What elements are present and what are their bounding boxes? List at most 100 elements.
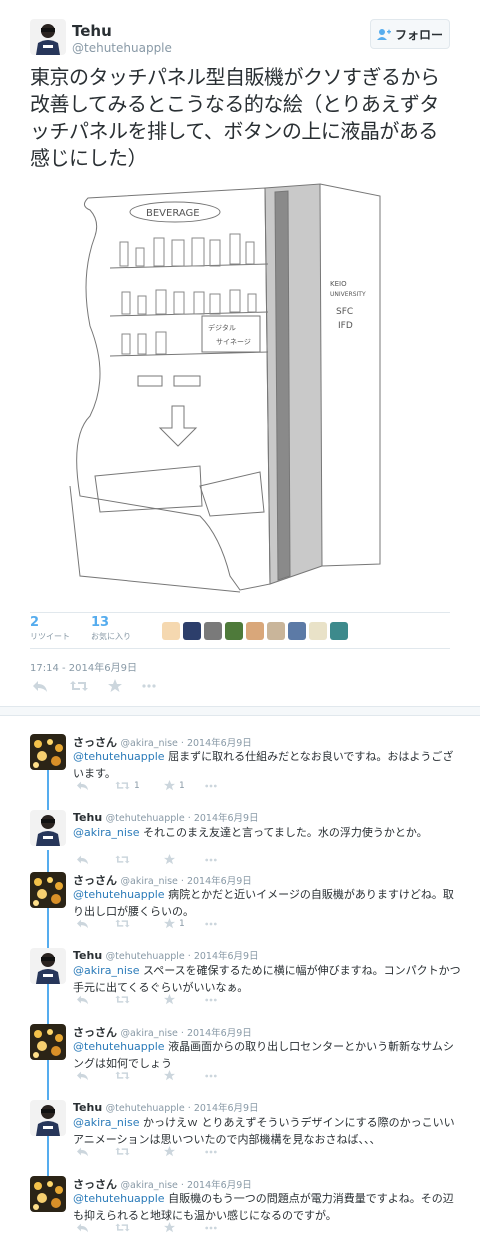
- more-icon[interactable]: [142, 684, 156, 688]
- reply-actions: [76, 854, 217, 865]
- reply-date[interactable]: 2014年6月9日: [194, 1103, 259, 1114]
- reply-author-handle[interactable]: @tehutehuapple: [106, 951, 185, 962]
- reply-text: @tehutehuapple 病院とかだと近いイメージの自販機がありますけどね。…: [73, 886, 463, 920]
- reply-mention[interactable]: @akira_nise: [73, 1116, 139, 1129]
- favoriter-avatar[interactable]: [183, 622, 201, 640]
- author-avatar[interactable]: [30, 19, 66, 55]
- favoriter-avatar[interactable]: [162, 622, 180, 640]
- reply-tweet[interactable]: Tehu @tehutehuapple · 2014年6月9日 @akira_ni…: [0, 948, 480, 1018]
- retweet-icon[interactable]: [115, 780, 130, 791]
- reply-mention[interactable]: @akira_nise: [73, 826, 139, 839]
- reply-mention[interactable]: @akira_nise: [73, 964, 139, 977]
- reply-author-name[interactable]: Tehu: [73, 811, 102, 824]
- more-icon[interactable]: [205, 784, 217, 788]
- more-icon[interactable]: [205, 1150, 217, 1154]
- drawing-screen-line2: サイネージ: [216, 338, 251, 346]
- more-icon[interactable]: [205, 858, 217, 862]
- reply-icon[interactable]: [76, 994, 89, 1005]
- reply-icon[interactable]: [76, 780, 89, 791]
- more-icon[interactable]: [205, 1226, 217, 1230]
- reply-author-name[interactable]: Tehu: [73, 1101, 102, 1114]
- reply-tweet[interactable]: さっさん @akira_nise · 2014年6月9日 @tehutehuapp…: [0, 1024, 480, 1094]
- retweet-icon[interactable]: [115, 918, 130, 929]
- divider: [30, 612, 450, 613]
- favoriter-avatar[interactable]: [330, 622, 348, 640]
- reply-author-handle[interactable]: @tehutehuapple: [106, 813, 185, 824]
- reply-tweet[interactable]: さっさん @akira_nise · 2014年6月9日 @tehutehuapp…: [0, 1176, 480, 1241]
- reply-tweet[interactable]: さっさん @akira_nise · 2014年6月9日 @tehutehuapp…: [0, 734, 480, 804]
- reply-icon[interactable]: [76, 918, 89, 929]
- reply-avatar[interactable]: [30, 1100, 66, 1136]
- favoriter-avatar[interactable]: [225, 622, 243, 640]
- drawing-side-text3: SFC: [336, 307, 353, 317]
- favorites-count[interactable]: 13: [91, 615, 109, 630]
- favorite-icon[interactable]: [164, 780, 175, 791]
- favoriter-avatar[interactable]: [246, 622, 264, 640]
- favorite-icon[interactable]: [108, 679, 122, 693]
- divider: [30, 648, 450, 649]
- reply-avatar[interactable]: [30, 948, 66, 984]
- favorite-icon[interactable]: [164, 1222, 175, 1233]
- retweets-count[interactable]: 2: [30, 615, 39, 630]
- reply-icon[interactable]: [76, 1146, 89, 1157]
- reply-tweet[interactable]: さっさん @akira_nise · 2014年6月9日 @tehutehuapp…: [0, 872, 480, 942]
- reply-avatar[interactable]: [30, 872, 66, 908]
- retweet-icon[interactable]: [115, 854, 130, 865]
- reply-date[interactable]: 2014年6月9日: [194, 813, 259, 824]
- retweet-icon[interactable]: [115, 1222, 130, 1233]
- main-tweet: Tehu @tehutehuapple フォロー 東京のタッチパネル型自販機がク…: [0, 0, 480, 706]
- reply-author-name[interactable]: Tehu: [73, 949, 102, 962]
- reply-avatar[interactable]: [30, 734, 66, 770]
- favoriter-avatar[interactable]: [288, 622, 306, 640]
- reply-tweet[interactable]: Tehu @tehutehuapple · 2014年6月9日 @akira_ni…: [0, 1100, 480, 1170]
- reply-avatar[interactable]: [30, 1176, 66, 1212]
- reply-header: Tehu @tehutehuapple · 2014年6月9日: [73, 948, 259, 962]
- favorite-icon[interactable]: [164, 994, 175, 1005]
- retweets-label[interactable]: リツイート: [30, 631, 70, 642]
- favoriter-avatar[interactable]: [204, 622, 222, 640]
- reply-header: Tehu @tehutehuapple · 2014年6月9日: [73, 1100, 259, 1114]
- vending-machine-drawing[interactable]: BEVERAGE デジタル サイネージ KEIO UNIVERSITY SFC …: [50, 176, 450, 606]
- reply-icon[interactable]: [32, 679, 48, 693]
- tweet-timestamp[interactable]: 17:14 - 2014年6月9日: [30, 659, 137, 674]
- reply-author-handle[interactable]: @tehutehuapple: [106, 1103, 185, 1114]
- reply-text: @akira_nise それこのまえ友達と言ってました。水の浮力使うかとか。: [73, 824, 463, 841]
- retweet-icon[interactable]: [70, 679, 88, 693]
- favoriter-avatar[interactable]: [267, 622, 285, 640]
- drawing-screen-line1: デジタル: [208, 323, 236, 332]
- more-icon[interactable]: [205, 922, 217, 926]
- favorite-icon[interactable]: [164, 1070, 175, 1081]
- reply-mention[interactable]: @tehutehuapple: [73, 888, 165, 901]
- author-name[interactable]: Tehu: [72, 22, 112, 40]
- favorites-label[interactable]: お気に入り: [91, 631, 131, 642]
- reply-icon[interactable]: [76, 1222, 89, 1233]
- reply-date[interactable]: 2014年6月9日: [194, 951, 259, 962]
- reply-icon[interactable]: [76, 854, 89, 865]
- reply-avatar[interactable]: [30, 810, 66, 846]
- reply-separator: ·: [184, 951, 194, 962]
- more-icon[interactable]: [205, 1074, 217, 1078]
- follow-button[interactable]: フォロー: [370, 19, 450, 49]
- more-icon[interactable]: [205, 998, 217, 1002]
- reply-mention[interactable]: @tehutehuapple: [73, 750, 165, 763]
- drawing-side-text4: IFD: [338, 321, 353, 331]
- author-handle[interactable]: @tehutehuapple: [72, 41, 172, 55]
- reply-icon[interactable]: [76, 1070, 89, 1081]
- favorite-icon[interactable]: [164, 1146, 175, 1157]
- reply-mention[interactable]: @tehutehuapple: [73, 1040, 165, 1053]
- reply-mention[interactable]: @tehutehuapple: [73, 1192, 165, 1205]
- drawing-side-text1: KEIO: [330, 280, 347, 288]
- favorite-icon[interactable]: [164, 918, 175, 929]
- reply-avatar[interactable]: [30, 1024, 66, 1060]
- retweet-icon[interactable]: [115, 1146, 130, 1157]
- retweet-icon[interactable]: [115, 994, 130, 1005]
- reply-retweet-count: 1: [134, 780, 140, 791]
- favoriters-list: [162, 622, 348, 640]
- favorite-icon[interactable]: [164, 854, 175, 865]
- favoriter-avatar[interactable]: [309, 622, 327, 640]
- retweet-icon[interactable]: [115, 1070, 130, 1081]
- drawing-side-text2: UNIVERSITY: [330, 291, 366, 298]
- follow-label: フォロー: [394, 27, 443, 42]
- reply-tweet[interactable]: Tehu @tehutehuapple · 2014年6月9日 @akira_ni…: [0, 810, 480, 880]
- reply-separator: ·: [184, 1103, 194, 1114]
